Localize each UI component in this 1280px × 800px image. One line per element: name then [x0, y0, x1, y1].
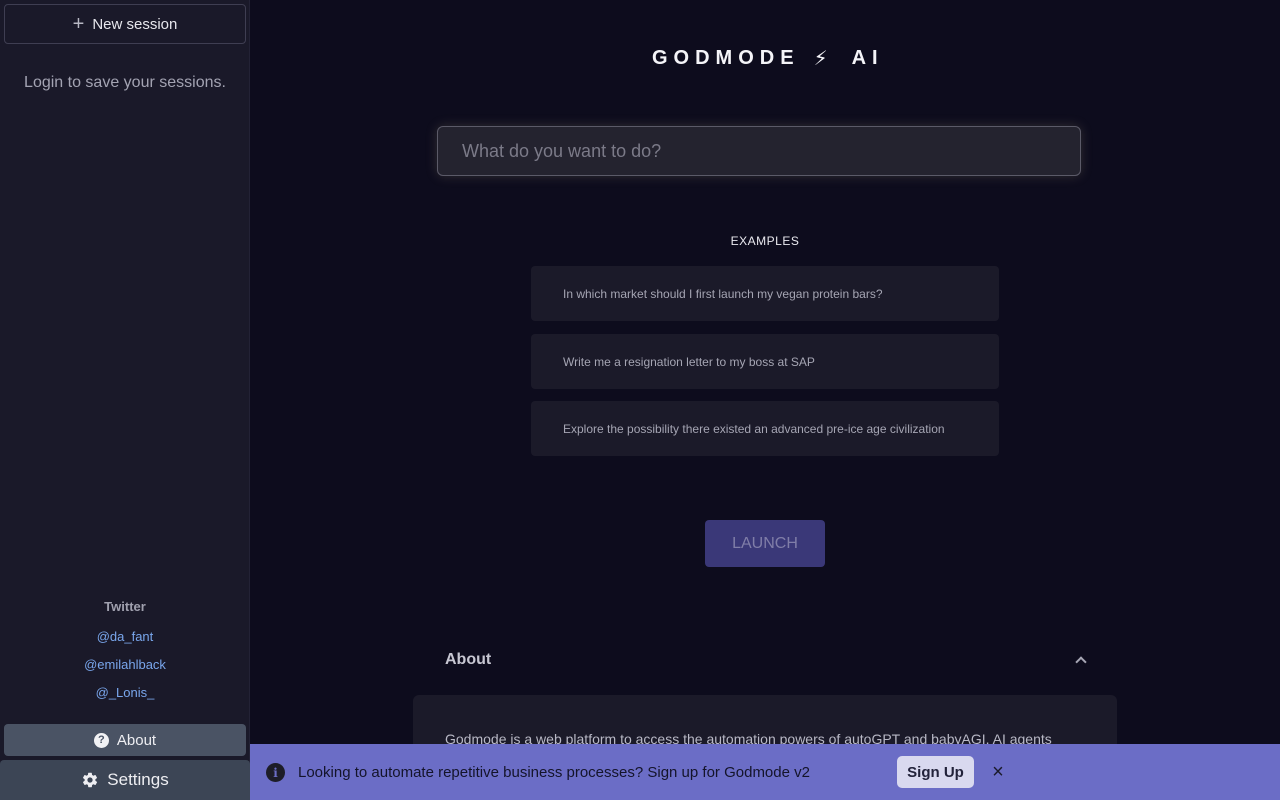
close-icon[interactable]: ×: [990, 761, 1006, 783]
goal-input[interactable]: [438, 127, 1080, 175]
brand-left: GODMODE: [652, 46, 800, 69]
sign-up-button[interactable]: Sign Up: [897, 756, 974, 788]
search-box: [437, 126, 1081, 176]
about-button-label: About: [116, 731, 157, 749]
info-icon: i: [266, 763, 285, 782]
plus-icon: +: [72, 13, 85, 35]
gear-icon: [83, 772, 98, 788]
about-accordion-header[interactable]: About: [413, 640, 1117, 680]
twitter-link-emilahlback[interactable]: @emilahlback: [0, 657, 250, 672]
twitter-title: Twitter: [104, 599, 146, 614]
twitter-link-da-fant[interactable]: @da_fant: [0, 629, 250, 644]
banner-text: Looking to automate repetitive business …: [298, 764, 810, 781]
twitter-link-lonis[interactable]: @_Lonis_: [0, 685, 250, 700]
login-hint: Login to save your sessions.: [24, 74, 226, 91]
new-session-label: New session: [92, 15, 178, 33]
about-button[interactable]: ? About: [4, 724, 246, 756]
settings-button-label: Settings: [107, 770, 169, 789]
sidebar: + New session Login to save your session…: [0, 0, 250, 800]
chevron-up-icon: [1075, 656, 1087, 668]
launch-button[interactable]: LAUNCH: [705, 520, 825, 567]
brand-title: GODMODE ⚡ AI: [652, 40, 884, 76]
example-item[interactable]: In which market should I first launch my…: [531, 266, 999, 321]
brand-right: AI: [851, 46, 884, 69]
signup-banner: i Looking to automate repetitive busines…: [250, 744, 1280, 800]
lightning-icon: ⚡: [813, 47, 834, 70]
settings-button[interactable]: Settings: [0, 760, 250, 800]
example-item[interactable]: Explore the possibility there existed an…: [531, 401, 999, 456]
new-session-button[interactable]: + New session: [4, 4, 246, 44]
about-section-title: About: [445, 651, 492, 668]
question-icon: ?: [93, 732, 109, 748]
example-item[interactable]: Write me a resignation letter to my boss…: [531, 334, 999, 389]
examples-title: EXAMPLES: [730, 234, 800, 248]
